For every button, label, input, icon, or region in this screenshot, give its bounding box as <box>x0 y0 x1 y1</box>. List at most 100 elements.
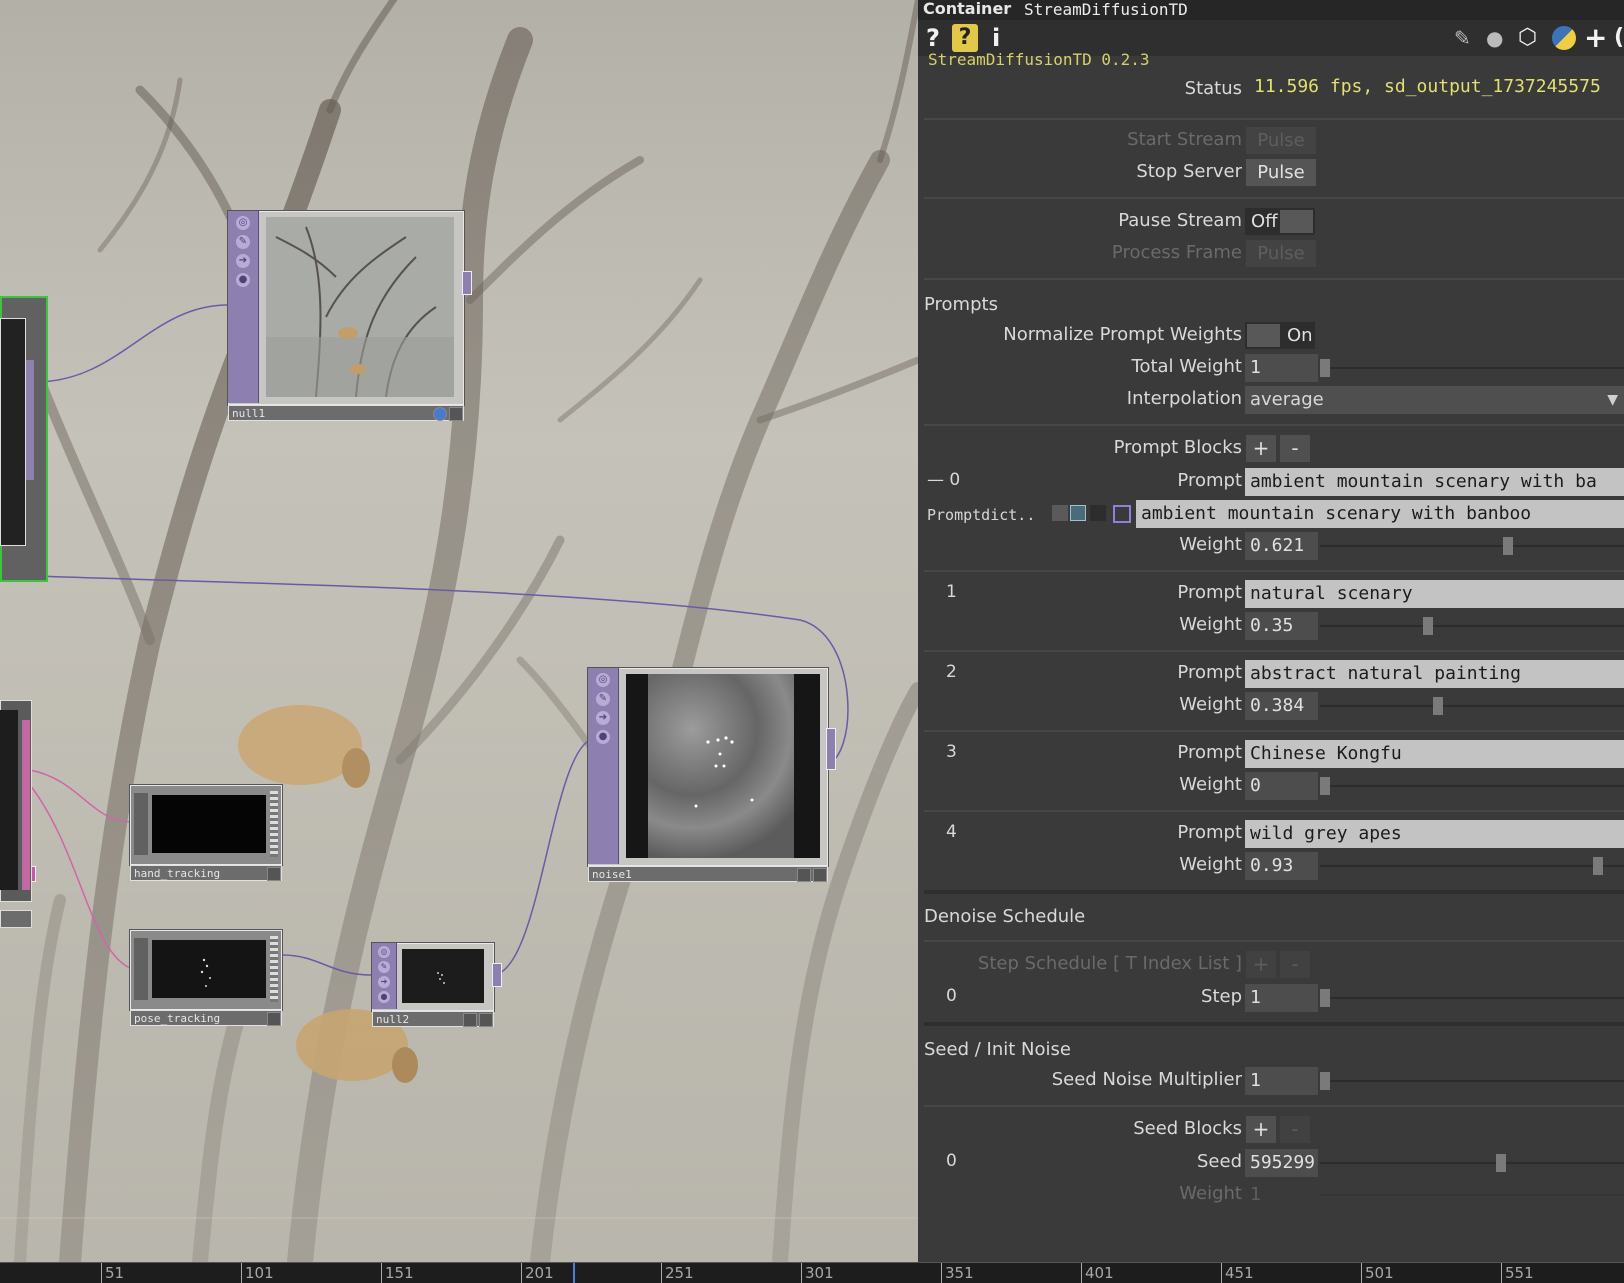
seed-slider[interactable] <box>1320 1154 1624 1172</box>
start-stream-button[interactable]: Pulse <box>1246 127 1316 154</box>
node-null2[interactable]: ◎ ✎ ➔ ● null2 <box>372 943 502 1027</box>
node-name-pose-tracking[interactable]: pose_tracking <box>130 1010 282 1026</box>
slider-knob[interactable] <box>1320 777 1330 795</box>
viewer-icon[interactable]: ◎ <box>236 216 250 230</box>
prompt-1-field[interactable]: natural scenary <box>1245 580 1624 608</box>
promptdict-viewer-icon[interactable] <box>1070 505 1086 521</box>
pause-stream-toggle[interactable]: Off <box>1245 208 1315 235</box>
display-flag-icon[interactable] <box>463 1013 477 1027</box>
node-viewer-strip[interactable]: ◎ ✎ ➔ ● <box>228 211 259 403</box>
prompt-4-field[interactable]: wild grey apes <box>1245 820 1624 848</box>
node-pose-tracking[interactable]: pose_tracking <box>130 930 282 1026</box>
slider-knob[interactable] <box>1423 617 1433 635</box>
display-flag-icon[interactable] <box>433 407 447 421</box>
lock-icon[interactable]: ● <box>596 730 610 744</box>
total-weight-slider[interactable] <box>1320 359 1624 377</box>
cube-icon[interactable]: ⬡ <box>1518 24 1537 52</box>
plus-icon[interactable]: + <box>1584 24 1607 52</box>
node-name-hand-tracking[interactable]: hand_tracking <box>130 865 282 881</box>
prompt-3-weight-slider[interactable] <box>1320 777 1624 795</box>
expand-icon[interactable] <box>813 868 827 882</box>
node-name-null1[interactable]: null1 <box>228 405 464 421</box>
total-weight-label: Total Weight <box>1131 356 1242 377</box>
network-editor[interactable]: ◎ ✎ ➔ ● null1 hand_tracking pose_trackin… <box>0 0 918 1262</box>
lock-icon[interactable]: ● <box>236 273 250 287</box>
seed-weight-field[interactable]: 1 <box>1245 1181 1318 1209</box>
node-null1[interactable]: ◎ ✎ ➔ ● null1 <box>228 211 472 421</box>
help-context-icon[interactable]: ? <box>952 24 978 52</box>
promptdict-field[interactable]: ambient mountain scenary with banboo <box>1136 500 1624 528</box>
expand-icon[interactable] <box>267 1012 281 1026</box>
prompt-0-field[interactable]: ambient mountain scenary with ba <box>1245 468 1624 496</box>
weight-label: Weight <box>1179 694 1242 715</box>
prompt-0-weight-slider[interactable] <box>1320 537 1624 555</box>
promptdict-checkbox-icon[interactable] <box>1113 505 1131 523</box>
stop-server-button[interactable]: Pulse <box>1246 159 1316 186</box>
node-name-noise1[interactable]: noise1 <box>588 866 828 882</box>
step-field[interactable]: 1 <box>1245 984 1318 1012</box>
viewer-icon[interactable]: ◎ <box>596 673 610 687</box>
prompt-4-weight-field[interactable]: 0.93 <box>1245 852 1318 880</box>
node-offscreen-selected[interactable] <box>0 296 48 882</box>
promptdict-box-icon[interactable] <box>1052 505 1068 521</box>
seed-field[interactable]: 595299 <box>1245 1149 1318 1177</box>
edit-icon[interactable]: ✎ <box>596 692 610 706</box>
help-icon[interactable]: ? <box>926 24 940 52</box>
prompt-2-weight-slider[interactable] <box>1320 697 1624 715</box>
node-name-null2[interactable]: null2 <box>372 1011 494 1027</box>
expand-icon[interactable] <box>267 867 281 881</box>
prompt-3-weight-row: Weight 0 <box>918 772 1624 802</box>
prompt-1-weight-slider[interactable] <box>1320 617 1624 635</box>
more-icon[interactable]: ( <box>1614 24 1624 52</box>
info-icon[interactable]: i <box>992 24 1000 52</box>
prompt-2-weight-field[interactable]: 0.384 <box>1245 692 1318 720</box>
slider-knob[interactable] <box>1320 1072 1330 1090</box>
comment-icon[interactable]: ● <box>1486 24 1503 52</box>
prompt-blocks-add-button[interactable]: + <box>1246 435 1276 462</box>
arrow-right-icon[interactable]: ➔ <box>596 711 610 725</box>
prompt-1-weight-field[interactable]: 0.35 <box>1245 612 1318 640</box>
expand-icon[interactable] <box>449 407 463 421</box>
normalize-toggle[interactable]: On <box>1245 322 1315 349</box>
seed-weight-slider[interactable] <box>1320 1194 1624 1196</box>
slider-knob[interactable] <box>1503 537 1513 555</box>
node-offscreen-2[interactable] <box>0 700 32 930</box>
node-hand-tracking[interactable]: hand_tracking <box>130 785 282 881</box>
node-noise1[interactable]: ◎ ✎ ➔ ● noise1 <box>588 668 836 882</box>
slider-knob[interactable] <box>1433 697 1443 715</box>
edit-icon[interactable]: ✎ <box>378 961 390 973</box>
prompt-blocks-remove-button[interactable]: - <box>1280 435 1310 462</box>
edit-icon[interactable]: ✎ <box>236 235 250 249</box>
playhead[interactable] <box>573 1263 575 1283</box>
prompt-0-weight-field[interactable]: 0.621 <box>1245 532 1318 560</box>
python-icon[interactable] <box>1552 26 1576 50</box>
expand-icon[interactable] <box>479 1013 493 1027</box>
viewer-icon[interactable]: ◎ <box>378 946 390 958</box>
prompt-2-field[interactable]: abstract natural painting <box>1245 660 1624 688</box>
interpolation-dropdown[interactable]: average ▼ <box>1245 386 1624 414</box>
arrow-right-icon[interactable]: ➔ <box>378 976 390 988</box>
slider-knob[interactable] <box>1593 857 1603 875</box>
slider-knob[interactable] <box>1496 1154 1506 1172</box>
slider-knob[interactable] <box>1320 359 1330 377</box>
arrow-right-icon[interactable]: ➔ <box>236 254 250 268</box>
prompt-3-weight-field[interactable]: 0 <box>1245 772 1318 800</box>
slider-knob[interactable] <box>1320 989 1330 1007</box>
prompt-4-weight-slider[interactable] <box>1320 857 1624 875</box>
node-preview-image <box>152 940 266 998</box>
timeline-ruler[interactable]: 511011512012513013514014515015516 <box>0 1262 1624 1283</box>
seed-blocks-remove-button[interactable]: - <box>1280 1116 1310 1143</box>
step-schedule-remove-button[interactable]: - <box>1280 951 1310 978</box>
process-frame-button[interactable]: Pulse <box>1246 240 1316 267</box>
step-schedule-add-button[interactable]: + <box>1246 951 1276 978</box>
pencil-icon[interactable]: ✎ <box>1454 24 1471 52</box>
seed-noise-multiplier-field[interactable]: 1 <box>1245 1067 1318 1095</box>
display-flag-icon[interactable] <box>797 868 811 882</box>
prompt-3-field[interactable]: Chinese Kongfu <box>1245 740 1624 768</box>
step-slider[interactable] <box>1320 989 1624 1007</box>
seed-blocks-add-button[interactable]: + <box>1246 1116 1276 1143</box>
seed-noise-multiplier-slider[interactable] <box>1320 1072 1624 1090</box>
lock-icon[interactable]: ● <box>378 991 390 1003</box>
total-weight-field[interactable]: 1 <box>1245 354 1318 382</box>
op-name-field[interactable]: StreamDiffusionTD <box>1024 0 1188 19</box>
